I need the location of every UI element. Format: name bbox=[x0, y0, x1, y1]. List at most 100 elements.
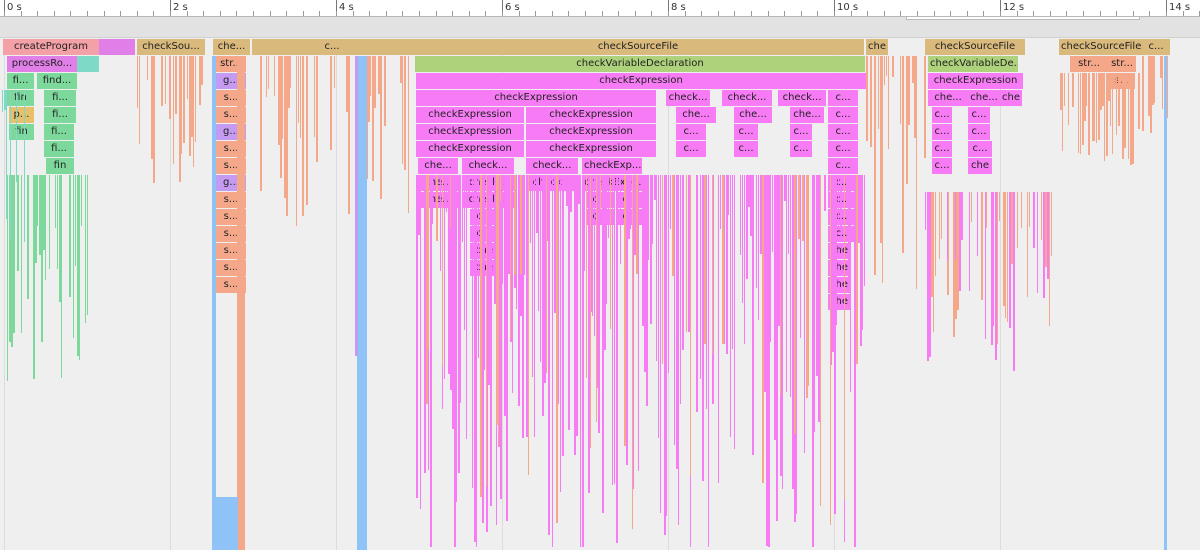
flame-sliver[interactable] bbox=[568, 175, 570, 430]
flame-sliver[interactable] bbox=[298, 56, 299, 123]
flame-sliver[interactable] bbox=[678, 175, 679, 525]
flame-frame[interactable]: c... bbox=[1142, 39, 1170, 55]
flame-sliver[interactable] bbox=[534, 175, 535, 437]
flame-sliver[interactable] bbox=[193, 56, 194, 167]
flame-sliver[interactable] bbox=[300, 56, 301, 138]
flame-sliver[interactable] bbox=[514, 175, 516, 275]
flame-frame[interactable]: che... bbox=[928, 90, 968, 106]
flame-frame[interactable]: check... bbox=[526, 158, 578, 174]
flame-sliver[interactable] bbox=[1064, 73, 1065, 106]
flame-frame[interactable]: check... bbox=[778, 90, 826, 106]
flame-sliver[interactable] bbox=[1154, 56, 1155, 103]
flame-sliver[interactable] bbox=[672, 175, 674, 276]
flame-sliver[interactable] bbox=[722, 175, 724, 344]
flame-sliver[interactable] bbox=[516, 175, 517, 309]
flame-frame[interactable]: str... bbox=[1070, 56, 1108, 72]
flame-sliver[interactable] bbox=[212, 497, 238, 550]
flame-sliver[interactable] bbox=[81, 175, 82, 226]
flame-sliver[interactable] bbox=[648, 175, 649, 260]
flame-sliver[interactable] bbox=[486, 175, 487, 486]
flame-frame[interactable]: c... bbox=[734, 124, 758, 140]
flame-frame[interactable]: che bbox=[968, 158, 992, 174]
flame-sliver[interactable] bbox=[556, 175, 558, 523]
flame-sliver[interactable] bbox=[796, 175, 797, 514]
flame-sliver[interactable] bbox=[165, 56, 166, 104]
flame-sliver[interactable] bbox=[502, 175, 503, 284]
flame-sliver[interactable] bbox=[520, 175, 522, 274]
flame-sliver[interactable] bbox=[187, 56, 188, 99]
flame-sliver[interactable] bbox=[61, 175, 62, 378]
flame-frame[interactable]: che... bbox=[418, 158, 458, 174]
flame-sliver[interactable] bbox=[296, 56, 297, 226]
flame-sliver[interactable] bbox=[732, 175, 733, 349]
flame-sliver[interactable] bbox=[1104, 73, 1105, 161]
flame-sliver[interactable] bbox=[173, 56, 174, 164]
flame-sliver[interactable] bbox=[935, 192, 936, 276]
flame-sliver[interactable] bbox=[402, 56, 403, 164]
flame-sliver[interactable] bbox=[985, 192, 986, 339]
flame-sliver[interactable] bbox=[7, 175, 8, 381]
flame-sliver[interactable] bbox=[1078, 73, 1079, 153]
flame-sliver[interactable] bbox=[314, 56, 315, 137]
flame-sliver[interactable] bbox=[929, 192, 931, 357]
flame-sliver[interactable] bbox=[478, 175, 479, 358]
flame-sliver[interactable] bbox=[632, 175, 633, 529]
flame-frame[interactable]: fin bbox=[7, 90, 34, 106]
flame-sliver[interactable] bbox=[538, 175, 539, 311]
flame-frame[interactable]: checkExpression bbox=[526, 124, 656, 140]
flame-sliver[interactable] bbox=[999, 192, 1000, 221]
flame-sliver[interactable] bbox=[680, 175, 681, 404]
flame-sliver[interactable] bbox=[432, 175, 433, 224]
flame-frame[interactable]: checkExpression bbox=[416, 124, 524, 140]
flame-sliver[interactable] bbox=[598, 175, 600, 433]
flame-sliver[interactable] bbox=[464, 175, 465, 330]
flame-sliver[interactable] bbox=[1049, 192, 1050, 326]
flame-sliver[interactable] bbox=[662, 175, 663, 364]
flame-sliver[interactable] bbox=[939, 192, 940, 259]
flame-sliver[interactable] bbox=[430, 175, 432, 547]
flame-sliver[interactable] bbox=[596, 175, 597, 422]
flame-frame[interactable]: checkExpression bbox=[416, 73, 866, 89]
flame-frame[interactable]: checkSou... bbox=[137, 39, 205, 55]
flame-sliver[interactable] bbox=[888, 56, 889, 149]
flame-sliver[interactable] bbox=[75, 175, 76, 266]
flame-sliver[interactable] bbox=[1088, 73, 1090, 155]
flame-sliver[interactable] bbox=[630, 175, 631, 229]
flame-sliver[interactable] bbox=[850, 175, 851, 392]
flame-sliver[interactable] bbox=[330, 56, 332, 150]
flame-sliver[interactable] bbox=[866, 56, 868, 141]
flame-sliver[interactable] bbox=[137, 56, 138, 108]
flame-frame[interactable]: che bbox=[1000, 90, 1022, 106]
flame-sliver[interactable] bbox=[758, 175, 759, 320]
selection-range[interactable] bbox=[906, 17, 1140, 20]
flame-frame[interactable]: fi... bbox=[44, 124, 74, 140]
flame-sliver[interactable] bbox=[658, 175, 659, 438]
flame-sliver[interactable] bbox=[924, 56, 926, 158]
flame-sliver[interactable] bbox=[480, 175, 482, 497]
flame-frame[interactable]: createProgram bbox=[3, 39, 99, 55]
flame-sliver[interactable] bbox=[902, 56, 904, 253]
flame-sliver[interactable] bbox=[55, 175, 56, 228]
flame-sliver[interactable] bbox=[552, 175, 553, 547]
flame-sliver[interactable] bbox=[446, 175, 447, 212]
flame-sliver[interactable] bbox=[24, 90, 25, 242]
flame-sliver[interactable] bbox=[892, 56, 894, 77]
flame-frame[interactable]: c... bbox=[790, 124, 812, 140]
flame-sliver[interactable] bbox=[730, 175, 731, 437]
flame-sliver[interactable] bbox=[570, 175, 572, 212]
flame-sliver[interactable] bbox=[1009, 192, 1011, 328]
flame-sliver[interactable] bbox=[884, 56, 885, 85]
flame-frame[interactable]: che... bbox=[213, 39, 250, 55]
flame-sliver[interactable] bbox=[69, 175, 71, 297]
flame-sliver[interactable] bbox=[530, 175, 531, 243]
flame-sliver[interactable] bbox=[682, 175, 684, 350]
flame-frame[interactable]: checkExpression bbox=[416, 141, 524, 157]
flame-sliver[interactable] bbox=[798, 175, 800, 239]
flame-frame[interactable]: che bbox=[866, 39, 888, 55]
flame-sliver[interactable] bbox=[608, 175, 609, 238]
flame-sliver[interactable] bbox=[498, 175, 499, 446]
flame-sliver[interactable] bbox=[282, 56, 283, 139]
flame-sliver[interactable] bbox=[878, 56, 879, 129]
flame-frame[interactable]: checkExp... bbox=[582, 158, 642, 174]
flame-sliver[interactable] bbox=[862, 175, 863, 330]
